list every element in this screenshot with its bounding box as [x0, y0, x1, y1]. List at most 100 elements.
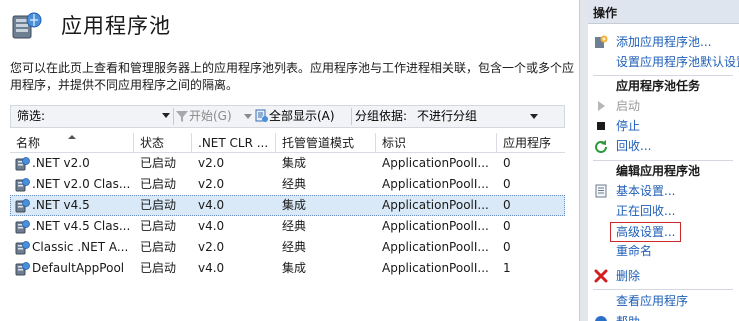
recycling-action[interactable]: 正在回收... — [588, 201, 739, 221]
cell-text: v4.0 — [198, 198, 225, 212]
cell-text: ApplicationPoolI... — [382, 156, 489, 170]
pane-splitter[interactable] — [579, 0, 588, 321]
cell-identity: ApplicationPoolI... — [376, 216, 497, 237]
cell-name: .NET v2.0 Clas... — [10, 174, 134, 195]
group-by-select[interactable]: 不进行分组 — [417, 106, 477, 127]
cell-app-count: 1 — [497, 258, 565, 279]
basic-settings-icon — [595, 184, 607, 198]
app-pool-row-icon — [15, 241, 30, 255]
table-row[interactable]: .NET v4.5 Clas... 已启动 v4.0 经典 ApplicationPoo… — [10, 216, 565, 237]
table-row[interactable]: .NET v2.0 已启动 v2.0 集成 ApplicationPoolI... 0 — [10, 153, 565, 174]
cell-text: v2.0 — [198, 177, 225, 191]
cell-text: ApplicationPoolI... — [382, 198, 489, 212]
app-pool-row-icon — [15, 178, 30, 192]
cell-clr-version: v4.0 — [192, 195, 276, 216]
cell-text: 0 — [503, 240, 511, 254]
cell-pipeline-mode: 集成 — [276, 153, 376, 174]
cell-text: 0 — [503, 219, 511, 233]
filter-dropdown-icon[interactable] — [162, 113, 170, 118]
view-apps-action[interactable]: 查看应用程序 — [588, 291, 739, 311]
cell-name: .NET v4.5 — [10, 195, 134, 216]
cell-identity: ApplicationPoolI... — [376, 153, 497, 174]
start-dropdown-icon[interactable] — [244, 114, 252, 119]
toolbar-separator — [351, 108, 352, 125]
actions-separator — [593, 289, 733, 290]
cell-text: .NET v2.0 — [32, 156, 90, 170]
filter-input[interactable] — [53, 106, 171, 127]
delete-icon — [594, 269, 608, 283]
cell-text: ApplicationPoolI... — [382, 219, 489, 233]
cell-text: 已启动 — [140, 177, 177, 191]
cell-name: Classic .NET A... — [10, 237, 134, 258]
set-defaults-action[interactable]: 设置应用程序池默认设置... — [588, 52, 739, 72]
cell-text: 经典 — [282, 177, 307, 191]
cell-pipeline-mode: 经典 — [276, 237, 376, 258]
cell-text: 已启动 — [140, 261, 177, 275]
cell-app-count: 0 — [497, 174, 565, 195]
column-header-status[interactable]: 状态 — [134, 133, 192, 153]
table-row[interactable]: Classic .NET A... 已启动 v2.0 经典 ApplicationPoo… — [10, 237, 565, 258]
add-pool-icon — [595, 35, 608, 48]
app-pool-row-icon — [15, 199, 30, 213]
pool-tasks-heading: 应用程序池任务 — [616, 79, 701, 93]
start-filter-button[interactable]: 开始(G) — [189, 106, 232, 127]
cell-pipeline-mode: 经典 — [276, 216, 376, 237]
column-header-applications[interactable]: 应用程序 — [497, 133, 565, 153]
actions-header: 操作 — [588, 0, 739, 24]
cell-text: ApplicationPoolI... — [382, 261, 489, 275]
cell-text: 经典 — [282, 219, 307, 233]
cell-text: 0 — [503, 177, 511, 191]
recycle-action[interactable]: 回收... — [588, 136, 739, 156]
cell-text: 已启动 — [140, 156, 177, 170]
filter-label: 筛选: — [17, 109, 46, 123]
cell-clr-version: v2.0 — [192, 237, 276, 258]
cell-text: 集成 — [282, 156, 307, 170]
page-title: 应用程序池 — [61, 14, 171, 38]
basic-settings-action[interactable]: 基本设置... — [588, 181, 739, 201]
delete-action[interactable]: 删除 — [588, 266, 739, 286]
add-app-pool-action[interactable]: 添加应用程序池... — [588, 32, 739, 52]
actions-pane: 操作 添加应用程序池... 设置应用程序池默认设置... 应用程序池任务 启动 … — [588, 0, 739, 321]
cell-pipeline-mode: 经典 — [276, 174, 376, 195]
cell-name: .NET v2.0 — [10, 153, 134, 174]
cell-clr-version: v2.0 — [192, 153, 276, 174]
cell-clr-version: v4.0 — [192, 216, 276, 237]
cell-text: DefaultAppPool — [32, 261, 125, 275]
advanced-settings-highlight — [610, 222, 681, 242]
cell-text: 已启动 — [140, 240, 177, 254]
table-header: 名称 状态 .NET CLR ... 托管管道模式 标识 应用程序 — [10, 133, 565, 153]
cell-identity: ApplicationPoolI... — [376, 174, 497, 195]
cell-text: .NET v2.0 Clas... — [32, 177, 131, 191]
cell-status: 已启动 — [134, 153, 192, 174]
cell-text: ApplicationPoolI... — [382, 177, 489, 191]
sort-ascending-icon — [68, 135, 76, 139]
cell-identity: ApplicationPoolI... — [376, 258, 497, 279]
cell-text: 集成 — [282, 198, 307, 212]
start-action[interactable]: 启动 — [588, 96, 739, 116]
cell-app-count: 0 — [497, 237, 565, 258]
cell-pipeline-mode: 集成 — [276, 258, 376, 279]
show-all-button[interactable]: 全部显示(A) — [269, 106, 335, 127]
help-icon — [595, 316, 607, 321]
table-row[interactable]: .NET v4.5 已启动 v4.0 集成 ApplicationPoolI... 0 — [10, 195, 565, 216]
column-header-identity[interactable]: 标识 — [376, 133, 497, 153]
rename-action[interactable]: 重命名 — [588, 241, 739, 261]
cell-status: 已启动 — [134, 237, 192, 258]
cell-status: 已启动 — [134, 195, 192, 216]
filter-toolbar: 筛选: 开始(G) 全部显示(A) 分组依据: 不进行分组 — [10, 105, 565, 128]
column-header-pipeline[interactable]: 托管管道模式 — [276, 133, 376, 153]
help-action[interactable]: 帮助 — [588, 312, 739, 321]
column-header-clr[interactable]: .NET CLR ... — [192, 133, 276, 153]
table-row[interactable]: DefaultAppPool 已启动 v4.0 集成 ApplicationPoolI.… — [10, 258, 565, 279]
table-row[interactable]: .NET v2.0 Clas... 已启动 v2.0 经典 ApplicationPoo… — [10, 174, 565, 195]
group-by-label: 分组依据: — [355, 109, 408, 123]
stop-icon — [597, 122, 605, 130]
cell-app-count: 0 — [497, 195, 565, 216]
group-by-dropdown-icon[interactable] — [530, 114, 538, 119]
cell-text: v4.0 — [198, 219, 225, 233]
stop-action[interactable]: 停止 — [588, 116, 739, 136]
toolbar-separator — [173, 108, 174, 125]
cell-clr-version: v4.0 — [192, 258, 276, 279]
cell-text: ApplicationPoolI... — [382, 240, 489, 254]
cell-text: v2.0 — [198, 156, 225, 170]
